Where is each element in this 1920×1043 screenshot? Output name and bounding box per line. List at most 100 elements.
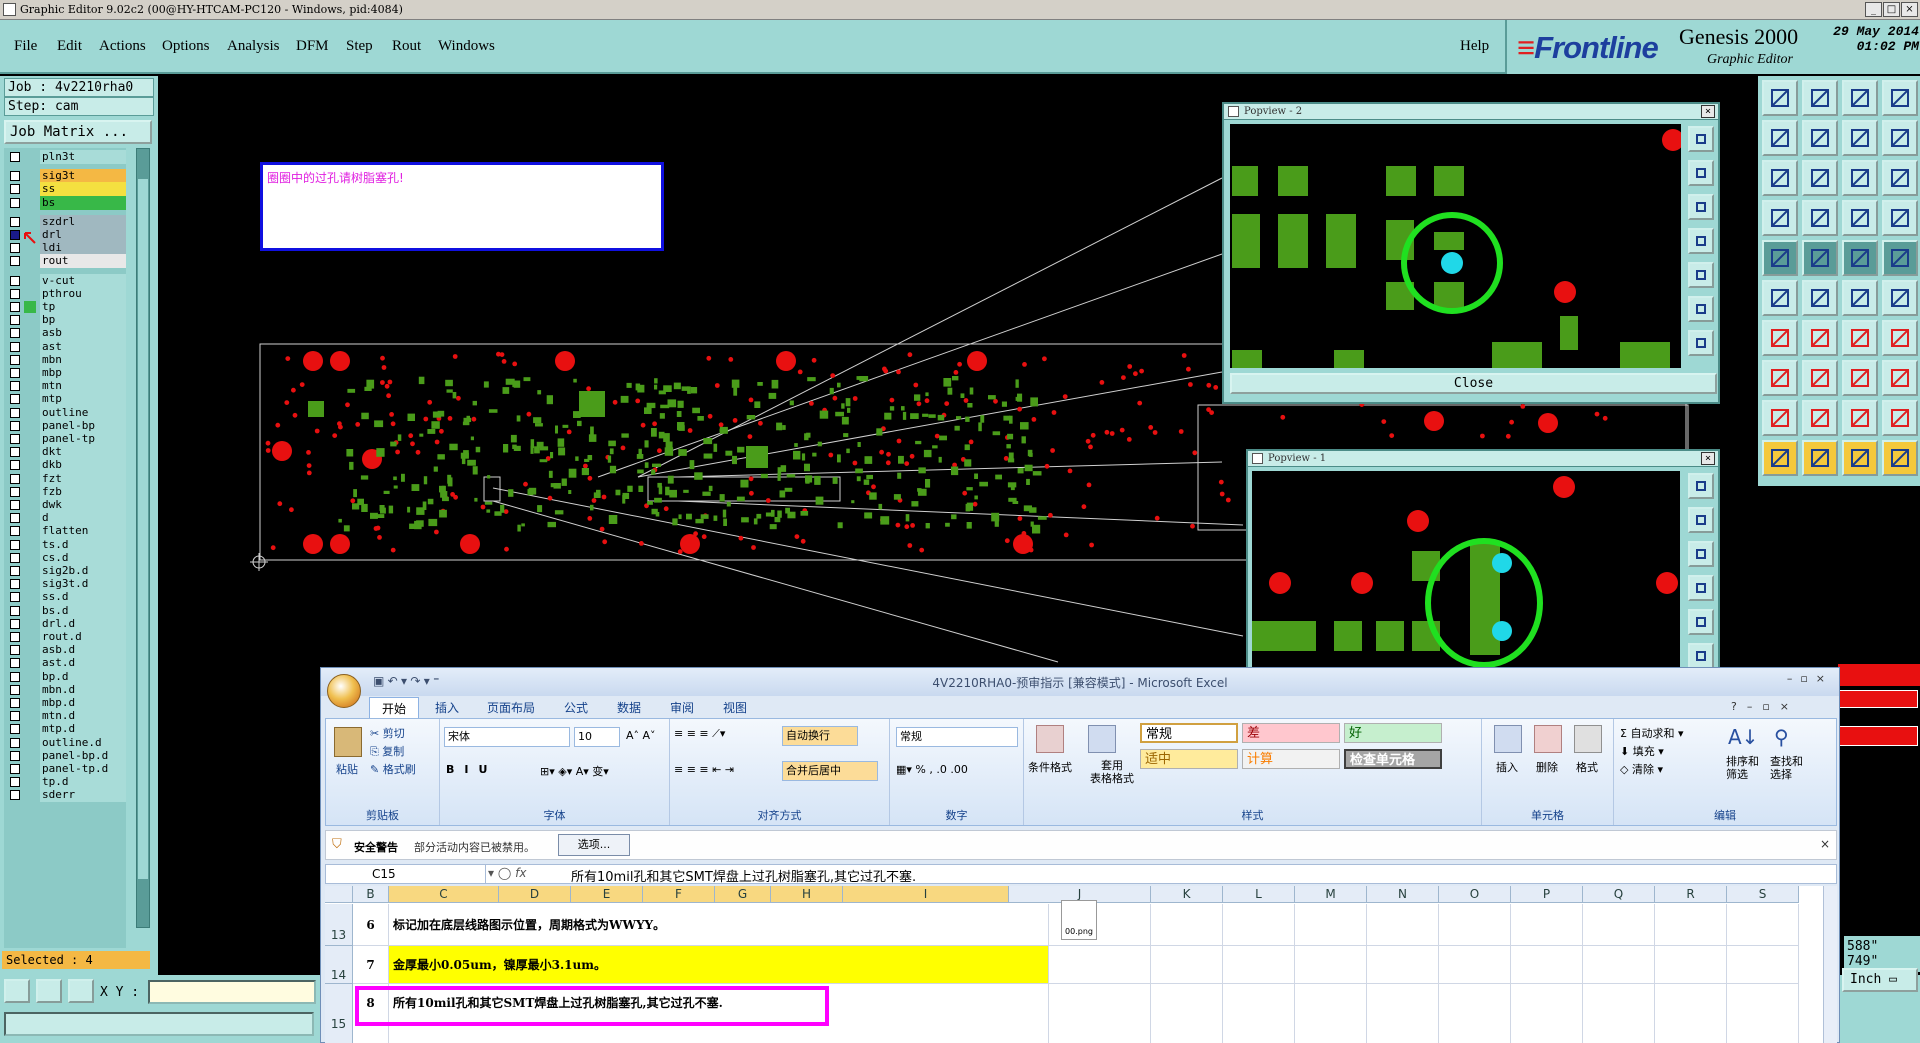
table-cell[interactable] (1151, 984, 1223, 1043)
close-icon[interactable]: × (1701, 452, 1715, 465)
column-header[interactable]: E (571, 886, 643, 903)
close-icon[interactable]: × (1701, 105, 1715, 118)
table-format-icon[interactable] (1088, 725, 1116, 753)
slash-icon[interactable] (1802, 320, 1838, 356)
layer-row[interactable]: mbp.d (6, 696, 126, 710)
ratio-icon[interactable] (1842, 160, 1878, 196)
prev-icon[interactable] (1762, 120, 1798, 156)
layer-checkbox[interactable] (10, 711, 20, 722)
sort-icon[interactable]: A↓ (1728, 725, 1758, 749)
vertical-scrollbar[interactable] (1823, 886, 1837, 1043)
layer-name[interactable]: v-cut (40, 273, 126, 288)
layer-name[interactable]: mbn.d (40, 682, 126, 697)
layer-checkbox[interactable] (10, 764, 20, 774)
layer-row[interactable]: v-cut (6, 273, 126, 288)
layer-row[interactable]: dkt (6, 445, 126, 460)
pointer-icon[interactable] (1802, 440, 1838, 476)
measure-icon[interactable] (36, 979, 62, 1003)
column-header[interactable]: P (1511, 886, 1583, 903)
layer-name[interactable]: fzb (40, 484, 126, 499)
layer-checkbox[interactable] (10, 684, 20, 695)
layer-checkbox[interactable] (10, 197, 20, 208)
layer-checkbox[interactable] (10, 486, 20, 497)
layer-name[interactable]: rout.d (40, 630, 126, 644)
arc-edit-icon[interactable] (1842, 400, 1878, 436)
zoom-home-icon[interactable] (1688, 473, 1714, 499)
layer-checkbox[interactable] (10, 473, 20, 484)
tab-review[interactable]: 审阅 (670, 699, 694, 716)
grid-icon[interactable] (68, 979, 94, 1003)
layer-checkbox[interactable] (10, 447, 20, 458)
layer-row[interactable]: ldi (6, 241, 126, 256)
next-icon[interactable] (1802, 120, 1838, 156)
table-cell[interactable] (1009, 946, 1151, 984)
layer-checkbox[interactable] (10, 460, 20, 471)
xy-input[interactable] (148, 980, 316, 1004)
layer-name[interactable]: bs (40, 195, 126, 210)
layer-name[interactable]: ss (40, 182, 126, 197)
spreadsheet-grid[interactable]: B C D E F G H I J K L M N O P Q R S 13 6 标记加在底层线路图示位置，周期格式为W… (325, 886, 1837, 1043)
layer-row[interactable]: tp (6, 300, 126, 314)
measure-icon[interactable] (1842, 200, 1878, 236)
layer-name[interactable]: panel-tp.d (40, 762, 126, 776)
layer-name[interactable]: outline (40, 405, 126, 420)
table-cell[interactable] (1295, 984, 1367, 1043)
row-header[interactable]: 15 (325, 984, 353, 1043)
zoom-home-icon[interactable] (1688, 126, 1714, 152)
popview-1-window[interactable]: Popview - 1 × (1246, 449, 1720, 671)
layer-checkbox[interactable] (10, 658, 20, 669)
table-cell[interactable] (1511, 904, 1583, 946)
security-options-button[interactable]: 选项... (558, 834, 630, 856)
popview-1-view[interactable] (1252, 471, 1680, 671)
column-header[interactable]: D (499, 886, 571, 903)
layer-checkbox[interactable] (10, 243, 20, 254)
table-cell[interactable] (1223, 984, 1295, 1043)
merge-center-button[interactable]: 合并后居中 (782, 761, 878, 781)
redraw-icon[interactable] (1688, 609, 1714, 635)
copy-icon[interactable] (1762, 360, 1798, 396)
layer-name[interactable]: bp.d (40, 669, 126, 684)
layer-checkbox[interactable] (10, 750, 20, 761)
symbol-icon[interactable] (1882, 320, 1918, 356)
table-cell[interactable] (1439, 984, 1511, 1043)
format-button[interactable]: 格式 (1576, 759, 1598, 775)
layer-row[interactable]: outline.d (6, 735, 126, 750)
layer-checkbox[interactable] (10, 288, 20, 299)
layer-checkbox[interactable] (10, 526, 20, 537)
layer-row[interactable]: flatten (6, 524, 126, 539)
layer-name[interactable]: mbp.d (40, 696, 126, 710)
layer-row[interactable]: outline (6, 405, 126, 420)
popview-close-button[interactable]: Close (1230, 373, 1717, 394)
layer-row[interactable]: bs.d (6, 603, 126, 618)
layer-name[interactable]: mtp (40, 392, 126, 407)
scroll-thumb[interactable] (138, 179, 148, 879)
new-window-icon[interactable] (1882, 80, 1918, 116)
layer-checkbox[interactable] (10, 539, 20, 550)
draw-line-icon[interactable] (1762, 320, 1798, 356)
layer-name[interactable]: bs.d (40, 603, 126, 618)
format-cells-icon[interactable] (1574, 725, 1602, 753)
layer-name[interactable]: ast.d (40, 656, 126, 671)
parts-icon[interactable] (1882, 120, 1918, 156)
column-header[interactable]: Q (1583, 886, 1655, 903)
layer-checkbox[interactable] (10, 368, 20, 378)
table-cell[interactable] (1583, 946, 1655, 984)
table-format-button[interactable]: 套用 表格格式 (1090, 759, 1134, 785)
layer-name[interactable]: dkt (40, 445, 126, 460)
layer-row[interactable]: sig2b.d (6, 564, 126, 578)
zoom-out-icon[interactable] (1688, 194, 1714, 220)
menu-options[interactable]: Options (162, 38, 210, 55)
pointer-icon[interactable] (1882, 440, 1918, 476)
layer-checkbox[interactable] (10, 302, 20, 312)
layer-row[interactable]: panel-bp (6, 418, 126, 433)
table-cell[interactable] (1367, 946, 1439, 984)
layer-row[interactable]: mtn.d (6, 709, 126, 724)
tab-formulas[interactable]: 公式 (564, 699, 588, 716)
dash-icon[interactable] (1802, 360, 1838, 396)
layer-checkbox[interactable] (10, 230, 20, 240)
table-cell[interactable]: 7 (353, 946, 389, 984)
paste-icon[interactable] (334, 727, 362, 757)
layer-checkbox[interactable] (10, 605, 20, 616)
job-matrix-button[interactable]: Job Matrix ... (4, 120, 152, 144)
table-cell[interactable] (1367, 984, 1439, 1043)
